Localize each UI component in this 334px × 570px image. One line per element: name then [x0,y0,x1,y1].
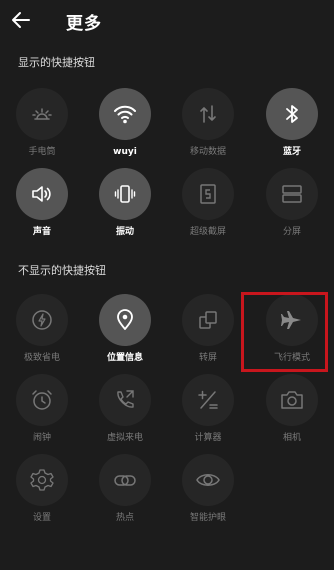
tile-label: 分屏 [282,227,301,237]
tile-location[interactable]: 位置信息 [85,294,165,374]
tile-rotate-screen[interactable]: 转屏 [168,294,248,374]
settings-icon [16,454,68,506]
tile-super-screenshot[interactable]: 超级截屏 [168,168,248,248]
tile-label: 蓝牙 [282,147,301,157]
wifi-icon [99,88,151,140]
tile-alarm[interactable]: 闹钟 [2,374,82,454]
tile-label: 智能护眼 [189,513,226,523]
hotspot-icon [99,454,151,506]
tile-fake-call[interactable]: 虚拟来电 [85,374,165,454]
tile-label: 极致省电 [23,353,60,363]
sound-icon [16,168,68,220]
calculator-icon [182,374,234,426]
tile-label: 手电筒 [28,147,56,157]
tile-label: 计算器 [194,433,222,443]
tile-flashlight[interactable]: 手电筒 [2,88,82,168]
tile-wifi[interactable]: wuyi [85,88,165,168]
tile-hotspot[interactable]: 热点 [85,454,165,534]
vibrate-icon [99,168,151,220]
location-icon [99,294,151,346]
highlight-frame [241,292,328,372]
tile-mobile-data[interactable]: 移动数据 [168,88,248,168]
power-saving-icon [16,294,68,346]
tile-calculator[interactable]: 计算器 [168,374,248,454]
tile-eye-protection[interactable]: 智能护眼 [168,454,248,534]
tile-label: 超级截屏 [189,227,226,237]
tile-label: 声音 [32,227,51,237]
bluetooth-icon [266,88,318,140]
tile-power-saving[interactable]: 极致省电 [2,294,82,374]
super-screenshot-icon [182,168,234,220]
rotate-screen-icon [182,294,234,346]
camera-icon [266,374,318,426]
tile-label: 设置 [32,513,51,523]
tile-camera[interactable]: 相机 [252,374,332,454]
tile-bluetooth[interactable]: 蓝牙 [252,88,332,168]
tile-split-screen[interactable]: 分屏 [252,168,332,248]
fake-call-icon [99,374,151,426]
flashlight-icon [16,88,68,140]
tile-sound[interactable]: 声音 [2,168,82,248]
shown-section-label: 显示的快捷按钮 [18,56,95,69]
tile-settings[interactable]: 设置 [2,454,82,534]
eye-protection-icon [182,454,234,506]
mobile-data-icon [182,88,234,140]
tile-vibrate[interactable]: 振动 [85,168,165,248]
tile-label: 振动 [115,227,134,237]
tile-label: 移动数据 [189,147,226,157]
alarm-icon [16,374,68,426]
tile-label: 相机 [282,433,301,443]
tile-label: 热点 [115,513,134,523]
tile-label: 位置信息 [106,353,143,363]
tile-label: 虚拟来电 [106,433,143,443]
hidden-section-label: 不显示的快捷按钮 [18,264,106,277]
back-arrow-icon[interactable] [9,8,33,32]
tile-label: wuyi [113,147,137,157]
split-screen-icon [266,168,318,220]
page-title: 更多 [66,14,102,34]
tile-label: 闹钟 [32,433,51,443]
header-bar: 更多 [0,0,334,40]
tile-label: 转屏 [198,353,217,363]
